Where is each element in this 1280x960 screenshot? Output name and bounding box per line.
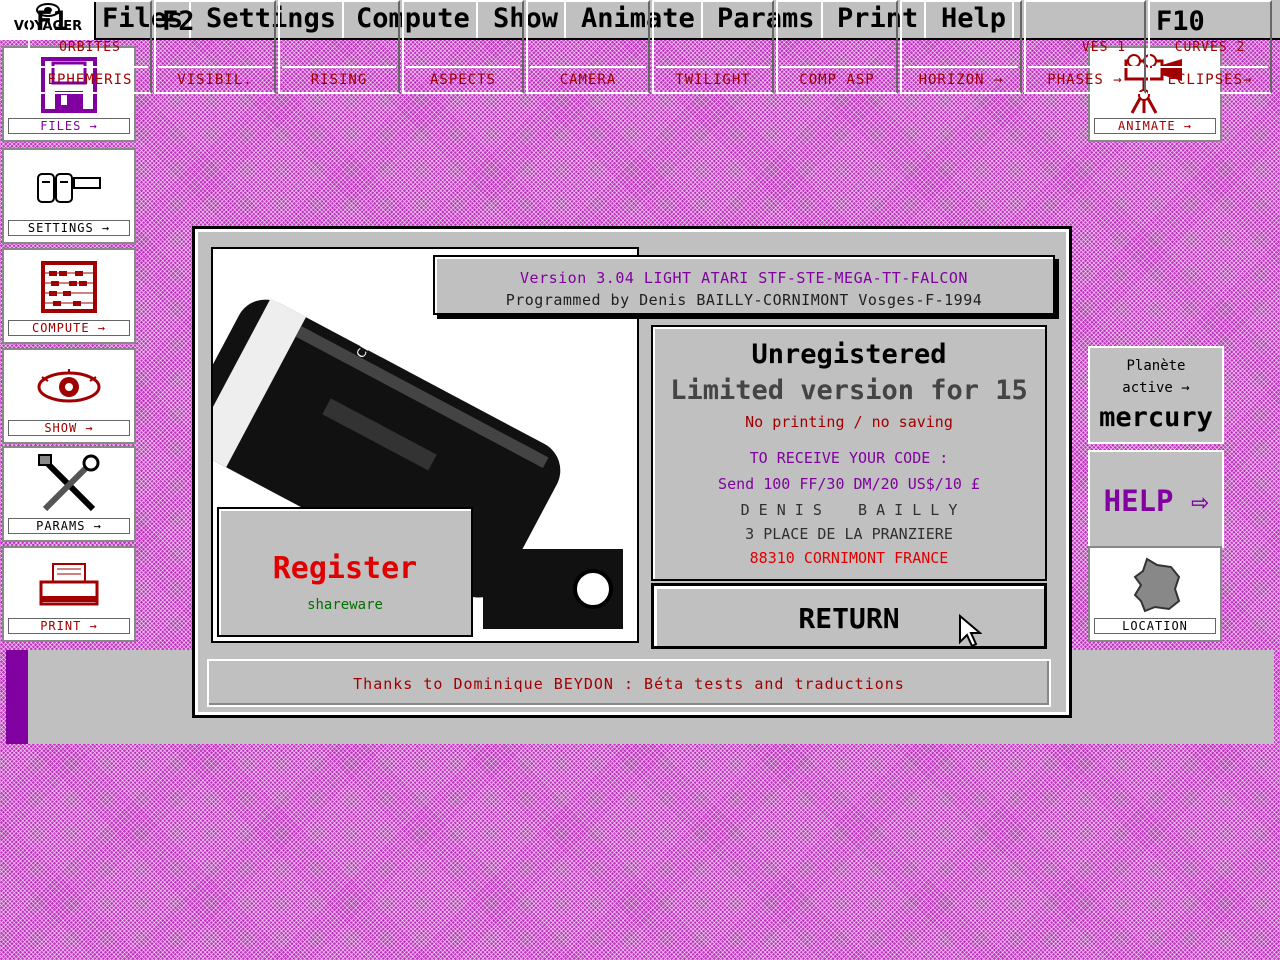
animate-tile-label: ANIMATE → bbox=[1094, 118, 1216, 134]
fkey-f6[interactable]: TWILIGHT bbox=[652, 0, 774, 94]
location-tile[interactable]: LOCATION bbox=[1088, 546, 1222, 642]
fkey-f2[interactable]: F2 VISIBIL. bbox=[154, 0, 276, 94]
fkey-number: F10 bbox=[1156, 6, 1205, 37]
fkey-top-label: CURVES 2 bbox=[1174, 40, 1246, 55]
print-tile-label: PRINT → bbox=[8, 618, 130, 634]
register-label: Register bbox=[272, 551, 418, 586]
tools-icon bbox=[4, 454, 134, 516]
fkey-bottom-label: PHASES → bbox=[1028, 66, 1142, 94]
fkey-number: F2 bbox=[162, 6, 195, 37]
fkey-bottom-label: COMP ASP bbox=[780, 66, 894, 94]
register-button[interactable]: Register shareware bbox=[217, 507, 473, 637]
fkey-f5[interactable]: CAMERA bbox=[526, 0, 650, 94]
planet-label-line2: active → bbox=[1122, 380, 1190, 396]
fkey-bottom-label: TWILIGHT bbox=[656, 66, 770, 94]
address-line1: 3 PLACE DE LA PRANZIERE bbox=[745, 525, 953, 543]
return-label: RETURN bbox=[798, 602, 900, 635]
help-button[interactable]: HELP ⇨ bbox=[1088, 450, 1224, 548]
status-title: Unregistered bbox=[751, 339, 947, 370]
params-tile[interactable]: PARAMS → bbox=[2, 446, 136, 542]
printer-icon bbox=[4, 554, 134, 616]
version-line: Version 3.04 LIGHT ATARI STF-STE-MEGA-TT… bbox=[520, 269, 968, 287]
fkey-bottom-label: CAMERA bbox=[530, 66, 646, 94]
eye-icon bbox=[4, 356, 134, 418]
active-planet-panel[interactable]: Planète active → mercury bbox=[1088, 346, 1224, 444]
abacus-icon bbox=[4, 256, 134, 318]
print-tile[interactable]: PRINT → bbox=[2, 546, 136, 642]
function-key-bar-edge bbox=[6, 650, 28, 744]
restrictions-text: No printing / no saving bbox=[745, 413, 953, 431]
address-line2: 88310 CORNIMONT FRANCE bbox=[749, 549, 949, 567]
fkey-f7[interactable]: COMP ASP bbox=[776, 0, 898, 94]
fkey-bottom-label: RISING bbox=[282, 66, 396, 94]
binoculars-icon bbox=[4, 156, 134, 218]
fkey-f10[interactable]: F10 CURVES 2 ECLIPSES→ bbox=[1148, 0, 1272, 94]
fkey-f4[interactable]: ASPECTS bbox=[402, 0, 524, 94]
fkey-bottom-label: EPHEMERIS bbox=[32, 66, 148, 94]
author-line: Programmed by Denis BAILLY-CORNIMONT Vos… bbox=[505, 291, 983, 309]
planet-label-line1: Planète bbox=[1126, 358, 1186, 374]
fkey-bottom-label: ECLIPSES→ bbox=[1152, 66, 1268, 94]
registration-info-box: Unregistered Limited version for 15 No p… bbox=[651, 325, 1047, 581]
fkey-bottom-label: HORIZON → bbox=[904, 66, 1018, 94]
credits-box: Thanks to Dominique BEYDON : Béta tests … bbox=[207, 659, 1051, 707]
compute-tile-label: COMPUTE → bbox=[8, 320, 130, 336]
compute-tile[interactable]: COMPUTE → bbox=[2, 248, 136, 344]
author-name-text: D E N I S B A I L L Y bbox=[740, 501, 958, 519]
credits-text: Thanks to Dominique BEYDON : Béta tests … bbox=[353, 675, 905, 693]
settings-tile-label: SETTINGS → bbox=[8, 220, 130, 236]
fkey-top-label: ORBITES bbox=[59, 40, 121, 55]
location-tile-label: LOCATION bbox=[1094, 618, 1216, 634]
settings-tile[interactable]: SETTINGS → bbox=[2, 148, 136, 244]
return-button[interactable]: RETURN bbox=[651, 583, 1047, 649]
show-tile-label: SHOW → bbox=[8, 420, 130, 436]
show-tile[interactable]: SHOW → bbox=[2, 348, 136, 444]
params-tile-label: PARAMS → bbox=[8, 518, 130, 534]
register-sublabel: shareware bbox=[307, 597, 383, 613]
fkey-f1[interactable]: F1 ORBITES EPHEMERIS bbox=[28, 0, 152, 94]
status-subtitle: Limited version for 15 bbox=[670, 375, 1028, 406]
fkey-top-label: VES 1 bbox=[1081, 40, 1127, 55]
fkey-bottom-label: VISIBIL. bbox=[158, 66, 272, 94]
fkey-f9[interactable]: VES 1 PHASES → bbox=[1024, 0, 1146, 94]
fkey-f8[interactable]: HORIZON → bbox=[900, 0, 1022, 94]
registration-dialog: CELESTRON Register shareware Version 3.0… bbox=[192, 226, 1072, 718]
price-text: Send 100 FF/30 DM/20 US$/10 £ bbox=[718, 475, 980, 493]
fkey-number: F1 bbox=[36, 6, 69, 37]
fkey-f3[interactable]: RISING bbox=[278, 0, 400, 94]
help-label: HELP ⇨ bbox=[1103, 484, 1209, 518]
version-info-box: Version 3.04 LIGHT ATARI STF-STE-MEGA-TT… bbox=[433, 255, 1055, 315]
files-tile-label: FILES → bbox=[8, 118, 130, 134]
receive-code-text: TO RECEIVE YOUR CODE : bbox=[749, 449, 949, 467]
mouse-pointer-icon bbox=[958, 613, 983, 648]
france-map-icon bbox=[1090, 554, 1220, 616]
active-planet-name: mercury bbox=[1099, 402, 1213, 433]
fkey-bottom-label: ASPECTS bbox=[406, 66, 520, 94]
